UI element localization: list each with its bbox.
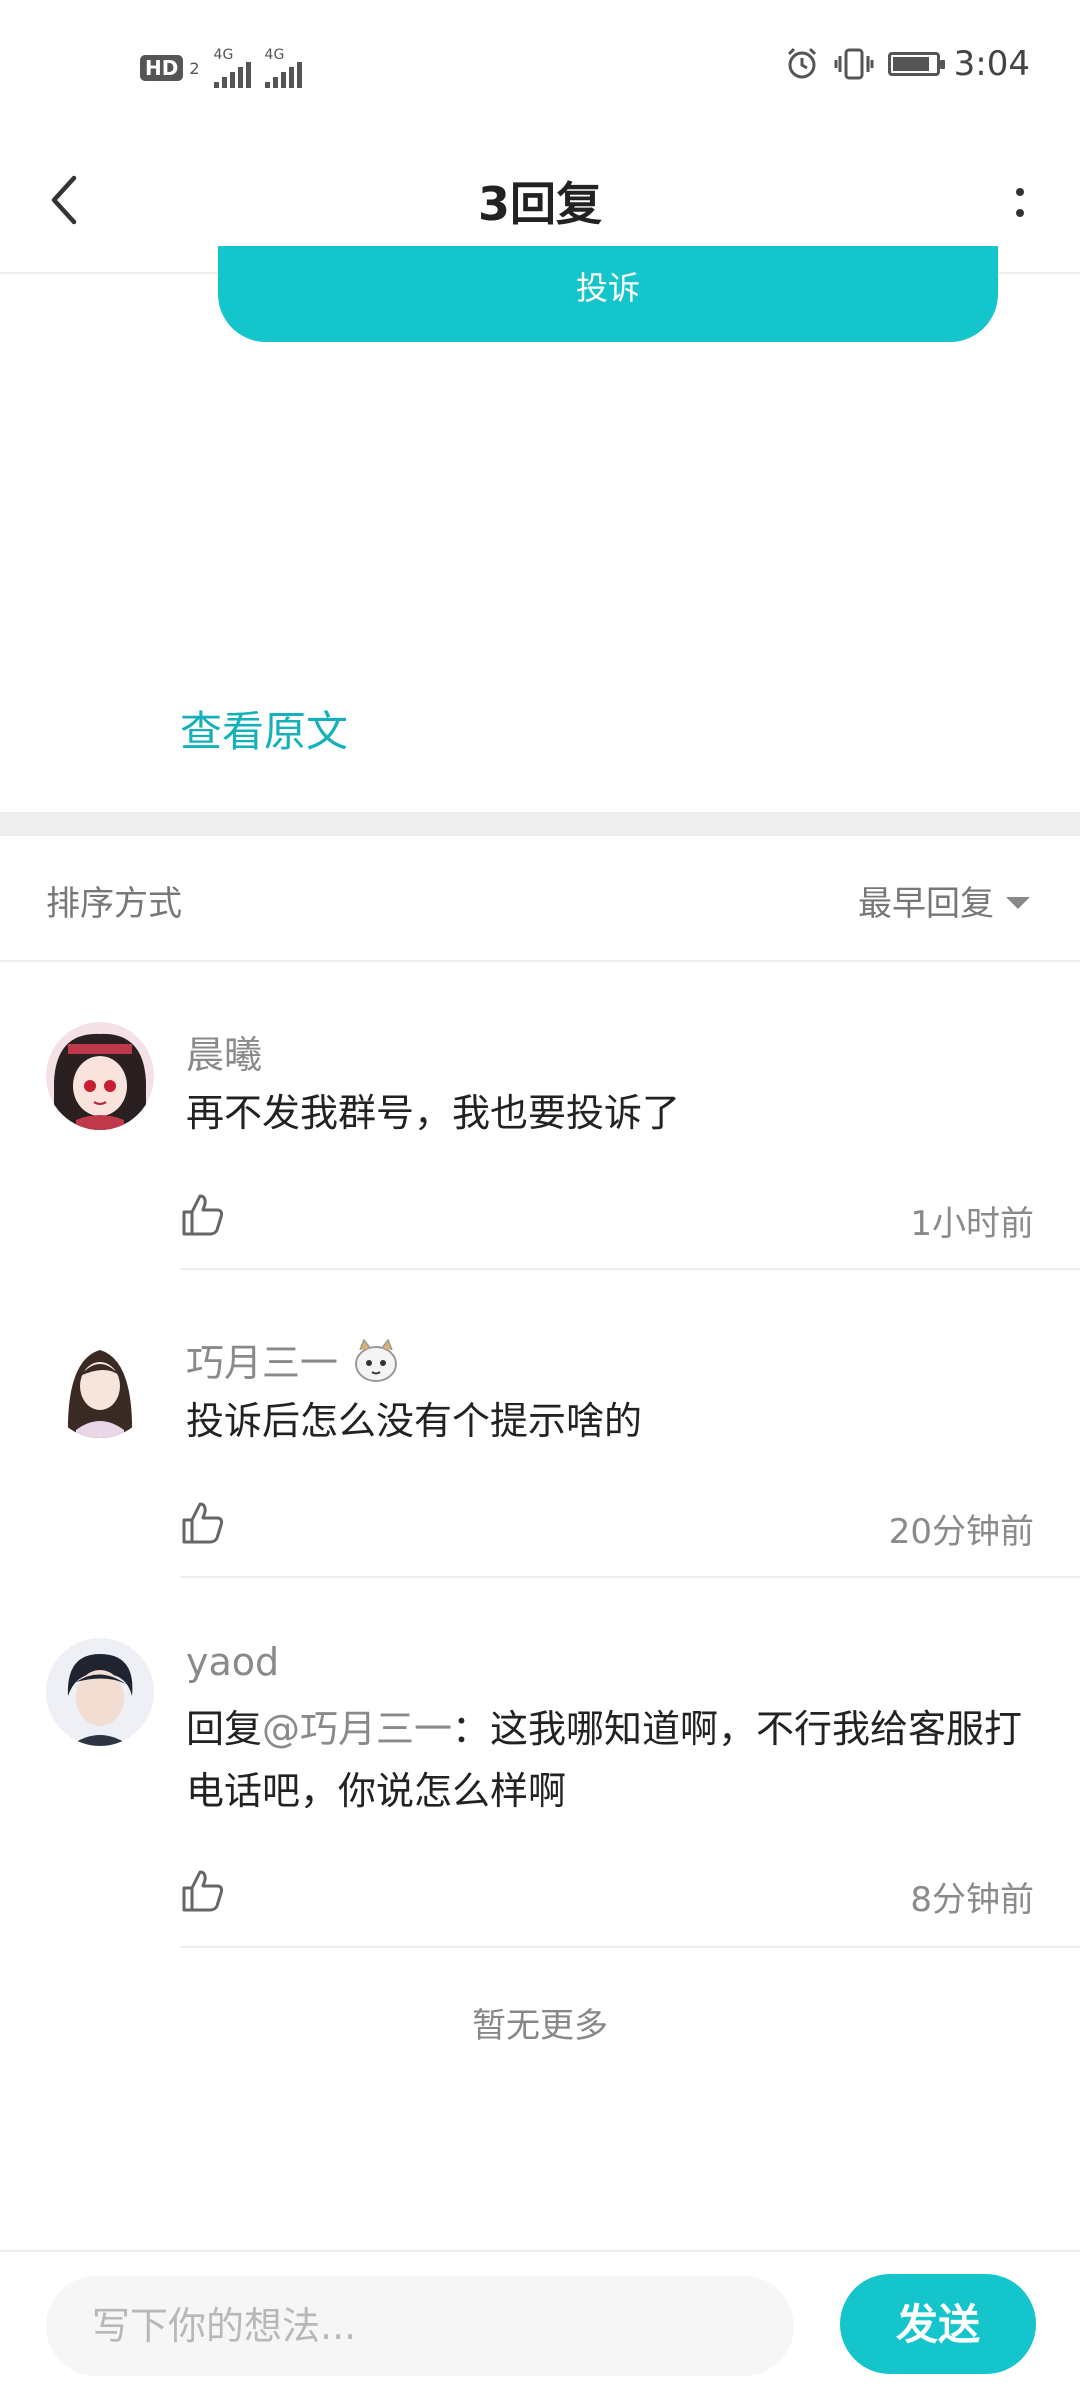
status-bar: HD 2 4G 4G 3:04 — [0, 0, 1080, 130]
vibrate-icon — [834, 48, 874, 80]
signal-icon-2: 4G — [264, 47, 302, 88]
comment-item: 巧月三一 投诉后怎么没有个提示啥的 20分钟前 — [0, 1270, 1080, 1578]
complain-button[interactable]: 投诉 — [218, 246, 998, 342]
no-more-label: 暂无更多 — [472, 2006, 608, 2046]
comment-username[interactable]: 巧月三一 — [186, 1332, 402, 1387]
status-left: HD 2 4G 4G — [140, 48, 302, 88]
more-options-icon[interactable] — [990, 160, 1050, 244]
network-type-2: 4G — [264, 47, 285, 63]
status-right: 3:04 — [784, 44, 1030, 84]
caret-down-icon — [1006, 896, 1030, 909]
signal-icon-1: 4G — [213, 47, 251, 88]
battery-level-fill — [892, 57, 930, 71]
comment-time: 8分钟前 — [910, 1880, 1034, 1920]
reply-mention[interactable]: @巧月三一 — [262, 1707, 452, 1751]
thumbs-up-icon[interactable] — [180, 1192, 226, 1238]
view-original-link[interactable]: 查看原文 — [180, 698, 348, 759]
user-badge-icon — [355, 1337, 398, 1382]
alarm-icon — [787, 47, 816, 79]
comment-username[interactable]: 晨曦 — [186, 1024, 262, 1079]
comment-compose-bar: 发送 — [0, 2250, 1080, 2400]
sort-bar: 排序方式 最早回复 — [0, 836, 1080, 962]
clock-time: 3:04 — [953, 44, 1030, 84]
comment-item: yaod 回复@巧月三一：这我哪知道啊，不行我给客服打电话吧，你说怎么样啊 8分… — [0, 1578, 1080, 1948]
comment-text: 回复@巧月三一：这我哪知道啊，不行我给客服打电话吧，你说怎么样啊 — [186, 1698, 1046, 1822]
avatar[interactable] — [46, 1638, 154, 1746]
thumbs-up-icon[interactable] — [180, 1868, 226, 1914]
comment-item: 晨曦 再不发我群号，我也要投诉了 1小时前 — [0, 962, 1080, 1270]
battery-icon — [887, 52, 945, 76]
comment-text: 再不发我群号，我也要投诉了 — [186, 1091, 681, 1135]
network-type-1: 4G — [213, 47, 234, 63]
comment-text: 投诉后怎么没有个提示啥的 — [186, 1399, 643, 1443]
comment-input[interactable] — [46, 2276, 794, 2376]
sort-dropdown[interactable]: 最早回复 — [858, 876, 1030, 925]
thumbs-up-icon[interactable] — [180, 1500, 226, 1546]
comment-divider — [180, 1946, 1080, 1948]
sort-label: 排序方式 — [46, 884, 182, 924]
reply-prefix: 回复 — [186, 1707, 263, 1751]
comment-time: 20分钟前 — [888, 1512, 1034, 1552]
comment-username[interactable]: yaod — [186, 1640, 279, 1684]
avatar[interactable] — [46, 1022, 154, 1130]
signal-bars-2 — [264, 62, 302, 88]
sim-index: 2 — [189, 58, 200, 78]
signal-bars-1 — [213, 62, 251, 88]
page-title: 3回复 — [477, 177, 602, 231]
send-button[interactable]: 发送 — [840, 2274, 1036, 2374]
avatar[interactable] — [46, 1330, 154, 1438]
sort-selected-value: 最早回复 — [858, 884, 994, 924]
comment-time: 1小时前 — [910, 1204, 1034, 1244]
section-divider — [0, 812, 1080, 836]
hd-badge: HD — [140, 55, 184, 81]
